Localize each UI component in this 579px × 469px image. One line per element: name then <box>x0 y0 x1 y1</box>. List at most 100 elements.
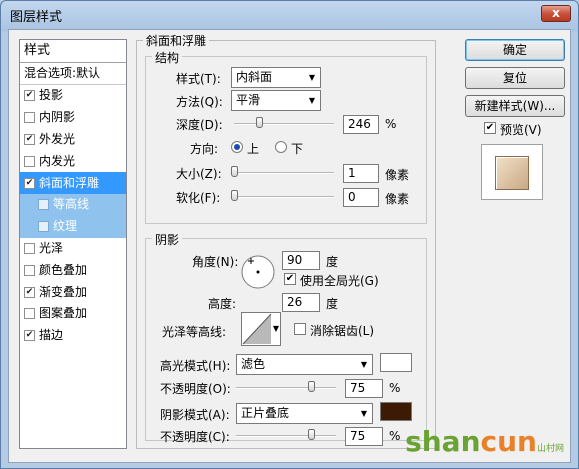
close-button[interactable]: x <box>541 5 571 22</box>
shadow-opacity-thumb[interactable] <box>308 429 315 440</box>
direction-down-radio[interactable] <box>275 141 287 153</box>
style-item-9[interactable]: ✔ 渐变叠加 <box>20 281 126 303</box>
soften-input[interactable]: 0 <box>343 188 379 207</box>
style-item-label: 纹理 <box>53 219 78 234</box>
style-item-checkbox[interactable] <box>24 112 35 124</box>
style-item-10[interactable]: 图案叠加 <box>20 303 126 325</box>
technique-label: 方法(Q): <box>176 95 223 109</box>
highlight-opacity-track[interactable] <box>236 387 336 389</box>
style-item-6[interactable]: 纹理 <box>20 215 126 238</box>
highlight-mode-dropdown[interactable]: 滤色 ▼ <box>236 354 373 375</box>
style-item-checkbox[interactable] <box>24 242 35 254</box>
style-item-label: 内发光 <box>39 153 76 168</box>
highlight-color-swatch[interactable] <box>380 353 412 372</box>
style-item-1[interactable]: 内阴影 <box>20 107 126 129</box>
style-item-0[interactable]: ✔ 投影 <box>20 85 126 107</box>
global-light-label[interactable]: 使用全局光(G) <box>300 272 379 289</box>
direction-up-label[interactable]: 上 <box>247 140 259 157</box>
style-item-checkbox[interactable] <box>24 308 35 320</box>
structure-group: 结构 样式(T): 内斜面 ▼ 方法(Q): 平滑 ▼ 深度(D): 246 %… <box>145 49 427 224</box>
size-unit: 像素 <box>385 168 410 182</box>
style-item-label: 渐变叠加 <box>39 284 88 299</box>
style-item-2[interactable]: ✔ 外发光 <box>20 129 126 151</box>
size-slider-track[interactable] <box>234 172 334 174</box>
style-item-label: 光泽 <box>39 240 64 255</box>
new-style-button[interactable]: 新建样式(W)... <box>465 95 565 117</box>
angle-dial[interactable] <box>240 254 276 290</box>
chevron-down-icon: ▼ <box>272 324 279 333</box>
style-item-11[interactable]: ✔ 描边 <box>20 325 126 347</box>
style-item-checkbox[interactable] <box>38 199 49 211</box>
style-item-5[interactable]: 等高线 <box>20 193 126 216</box>
style-item-checkbox[interactable]: ✔ <box>24 286 35 298</box>
style-item-checkbox[interactable]: ✔ <box>24 133 35 145</box>
blend-options-item[interactable]: 混合选项:默认 <box>20 63 126 85</box>
antialias-label[interactable]: 消除锯齿(L) <box>310 322 374 339</box>
style-item-checkbox[interactable] <box>24 155 35 167</box>
preview-label[interactable]: 预览(V) <box>500 121 542 138</box>
highlight-opacity-thumb[interactable] <box>308 381 315 392</box>
soften-slider-track[interactable] <box>234 196 334 198</box>
preview-checkbox[interactable]: ✔ <box>484 122 496 134</box>
size-label: 大小(Z): <box>176 167 222 181</box>
soften-unit: 像素 <box>385 192 410 206</box>
shadow-color-swatch[interactable] <box>380 402 412 421</box>
window-title: 图层样式 <box>10 10 63 25</box>
shadow-mode-label: 阴影模式(A): <box>160 408 230 422</box>
bevel-emboss-panel: 斜面和浮雕 结构 样式(T): 内斜面 ▼ 方法(Q): 平滑 ▼ 深度(D):… <box>136 32 436 449</box>
style-item-checkbox[interactable]: ✔ <box>24 90 35 102</box>
shadow-opacity-label: 不透明度(C): <box>160 430 230 444</box>
shadow-mode-value: 正片叠底 <box>241 406 290 420</box>
style-item-7[interactable]: 光泽 <box>20 238 126 260</box>
direction-label: 方向: <box>190 142 219 156</box>
depth-slider-track[interactable] <box>234 123 334 125</box>
style-item-label: 斜面和浮雕 <box>39 175 100 190</box>
angle-dial-icon <box>241 255 275 289</box>
style-item-4[interactable]: ✔ 斜面和浮雕 <box>20 172 126 194</box>
style-item-checkbox[interactable]: ✔ <box>24 330 35 342</box>
watermark-logo: shancun山村网 <box>405 425 564 458</box>
antialias-checkbox[interactable] <box>294 323 306 335</box>
style-item-label: 描边 <box>39 328 64 343</box>
reset-button[interactable]: 复位 <box>465 67 565 89</box>
ok-button[interactable]: 确定 <box>465 39 565 61</box>
technique-dropdown[interactable]: 平滑 ▼ <box>231 90 321 111</box>
structure-title: 结构 <box>152 49 183 66</box>
style-item-8[interactable]: 颜色叠加 <box>20 259 126 281</box>
style-item-label: 外发光 <box>39 131 76 146</box>
style-item-label: 图案叠加 <box>39 306 88 321</box>
style-preview <box>481 144 543 200</box>
chevron-down-icon: ▼ <box>360 409 367 418</box>
direction-up-radio[interactable] <box>231 141 243 153</box>
style-dropdown[interactable]: 内斜面 ▼ <box>231 67 321 88</box>
altitude-unit: 度 <box>326 297 339 311</box>
style-item-checkbox[interactable] <box>38 221 49 233</box>
altitude-input[interactable]: 26 <box>282 293 320 312</box>
style-list-header[interactable]: 样式 <box>20 40 126 63</box>
style-item-checkbox[interactable] <box>24 264 35 276</box>
global-light-checkbox[interactable]: ✔ <box>284 273 296 285</box>
size-slider-thumb[interactable] <box>231 166 238 177</box>
soften-slider-thumb[interactable] <box>231 190 238 201</box>
depth-label: 深度(D): <box>176 118 223 132</box>
altitude-label: 高度: <box>208 297 237 311</box>
gloss-contour-picker[interactable]: ▼ <box>241 312 281 346</box>
style-item-label: 等高线 <box>53 197 90 212</box>
depth-input[interactable]: 246 <box>343 115 379 134</box>
style-item-3[interactable]: 内发光 <box>20 150 126 172</box>
contour-linear-icon <box>242 313 272 345</box>
shadow-mode-dropdown[interactable]: 正片叠底 ▼ <box>236 403 373 424</box>
highlight-opacity-label: 不透明度(O): <box>160 382 231 396</box>
angle-input[interactable]: 90 <box>282 251 320 270</box>
style-label: 样式(T): <box>176 72 221 86</box>
size-input[interactable]: 1 <box>343 164 379 183</box>
style-item-checkbox[interactable]: ✔ <box>24 177 35 189</box>
shadow-opacity-input[interactable]: 75 <box>345 427 383 446</box>
shading-group: 阴影 角度(N): 90 度 ✔ 使用全局光(G) 高度: 26 度 光泽等高线… <box>145 231 427 446</box>
dialog-body: 样式 混合选项:默认 ✔ 投影 内阴影 ✔ 外发光内发光 ✔ 斜面和浮雕等高线纹理光泽颜色叠… <box>8 29 571 463</box>
direction-down-label[interactable]: 下 <box>291 140 303 157</box>
technique-value: 平滑 <box>236 93 261 107</box>
shadow-opacity-track[interactable] <box>236 435 336 437</box>
depth-slider-thumb[interactable] <box>255 117 263 128</box>
highlight-opacity-input[interactable]: 75 <box>345 379 383 398</box>
